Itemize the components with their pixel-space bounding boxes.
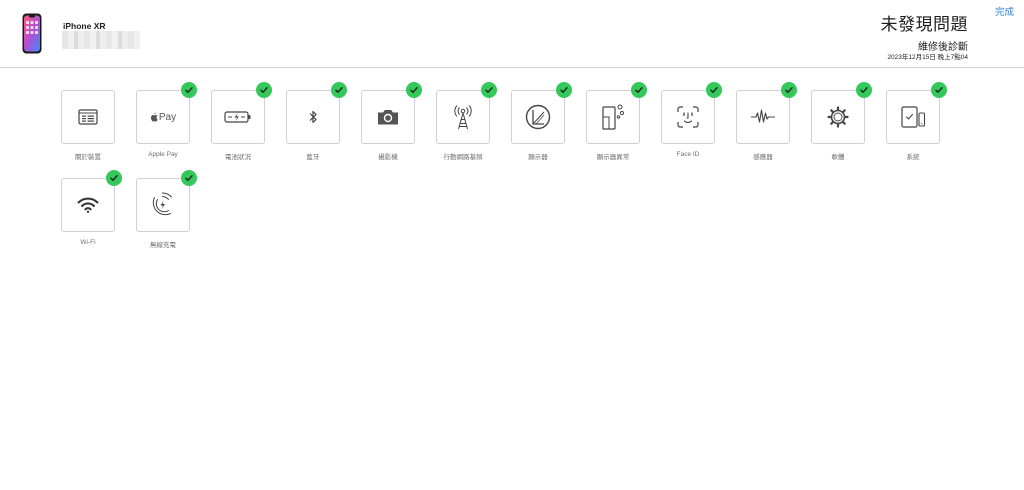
check-badge	[331, 82, 347, 98]
checkmark-icon	[335, 87, 343, 93]
checkmark-icon	[185, 87, 193, 93]
apple-pay-icon: Pay	[150, 112, 176, 123]
apple-pay-button[interactable]: Pay	[136, 90, 190, 144]
sensors-button[interactable]	[736, 90, 790, 144]
gear-icon	[827, 106, 849, 128]
check-badge	[706, 82, 722, 98]
checkmark-icon	[785, 87, 793, 93]
display-icon	[525, 104, 551, 130]
tile-system: 系統	[886, 82, 947, 161]
battery-button[interactable]	[211, 90, 265, 144]
tile-cellular: 行動網路基頻	[436, 82, 497, 161]
cellular-button[interactable]	[436, 90, 490, 144]
face-id-icon	[677, 106, 699, 128]
check-badge	[856, 82, 872, 98]
tile-wifi: Wi-Fi	[61, 170, 122, 248]
wireless-charging-icon	[152, 192, 172, 216]
status-title: 未發現問題	[880, 15, 968, 34]
display-anomaly-icon	[602, 104, 625, 130]
battery-icon	[224, 111, 251, 123]
checkmark-icon	[935, 87, 943, 93]
check-badge	[181, 170, 197, 186]
display-button[interactable]	[511, 90, 565, 144]
checkmark-icon	[260, 87, 268, 93]
software-button[interactable]	[811, 90, 865, 144]
display-anomaly-button[interactable]	[586, 90, 640, 144]
tile-wireless-charging: 無線充電	[136, 170, 197, 249]
face-id-button[interactable]	[661, 90, 715, 144]
wireless-charging-button[interactable]	[136, 178, 190, 232]
tile-sensors: 感應器	[736, 82, 797, 161]
tile-about-device: 關於裝置	[61, 90, 115, 161]
serial-number-redacted	[62, 31, 140, 49]
tile-bluetooth: 藍牙	[286, 82, 347, 161]
camera-button[interactable]	[361, 90, 415, 144]
check-badge	[556, 82, 572, 98]
check-badge	[256, 82, 272, 98]
cellular-tower-icon	[454, 105, 472, 130]
check-badge	[781, 82, 797, 98]
iphone-thumbnail-icon	[22, 13, 42, 54]
tile-label: 系統	[906, 154, 920, 161]
wifi-icon	[77, 197, 99, 213]
check-badge	[106, 170, 122, 186]
tile-camera: 攝影機	[361, 82, 422, 161]
header: iPhone XR 未發現問題 維修後診斷 2023年12月15日 晚上7點04…	[0, 0, 1024, 68]
tile-battery: 電池狀況	[211, 82, 272, 161]
about-device-button[interactable]	[61, 90, 115, 144]
status-date: 2023年12月15日 晚上7點04	[887, 54, 968, 61]
checkmark-icon	[710, 87, 718, 93]
tile-display: 顯示器	[511, 82, 572, 161]
checkmark-icon	[560, 87, 568, 93]
device-name: iPhone XR	[63, 21, 106, 31]
checkmark-icon	[185, 175, 193, 181]
tile-software: 軟體	[811, 82, 872, 161]
tile-display-anomaly: 顯示器異常	[586, 82, 647, 161]
checkmark-icon	[110, 175, 118, 181]
checkmark-icon	[410, 87, 418, 93]
checkmark-icon	[485, 87, 493, 93]
camera-icon	[378, 110, 398, 125]
bluetooth-button[interactable]	[286, 90, 340, 144]
check-badge	[481, 82, 497, 98]
check-badge	[631, 82, 647, 98]
wifi-button[interactable]	[61, 178, 115, 232]
check-badge	[931, 82, 947, 98]
checkmark-icon	[635, 87, 643, 93]
check-badge	[181, 82, 197, 98]
tile-face-id: Face ID	[661, 82, 722, 160]
tile-apple-pay: Pay Apple Pay	[136, 82, 197, 160]
sensor-wave-icon	[751, 109, 775, 123]
system-devices-icon	[901, 106, 926, 128]
done-button[interactable]: 完成	[995, 4, 1014, 18]
system-button[interactable]	[886, 90, 940, 144]
bluetooth-icon	[309, 110, 317, 124]
info-card-icon	[78, 109, 98, 125]
tile-label: 無線充電	[150, 242, 176, 249]
checkmark-icon	[860, 87, 868, 93]
check-badge	[406, 82, 422, 98]
